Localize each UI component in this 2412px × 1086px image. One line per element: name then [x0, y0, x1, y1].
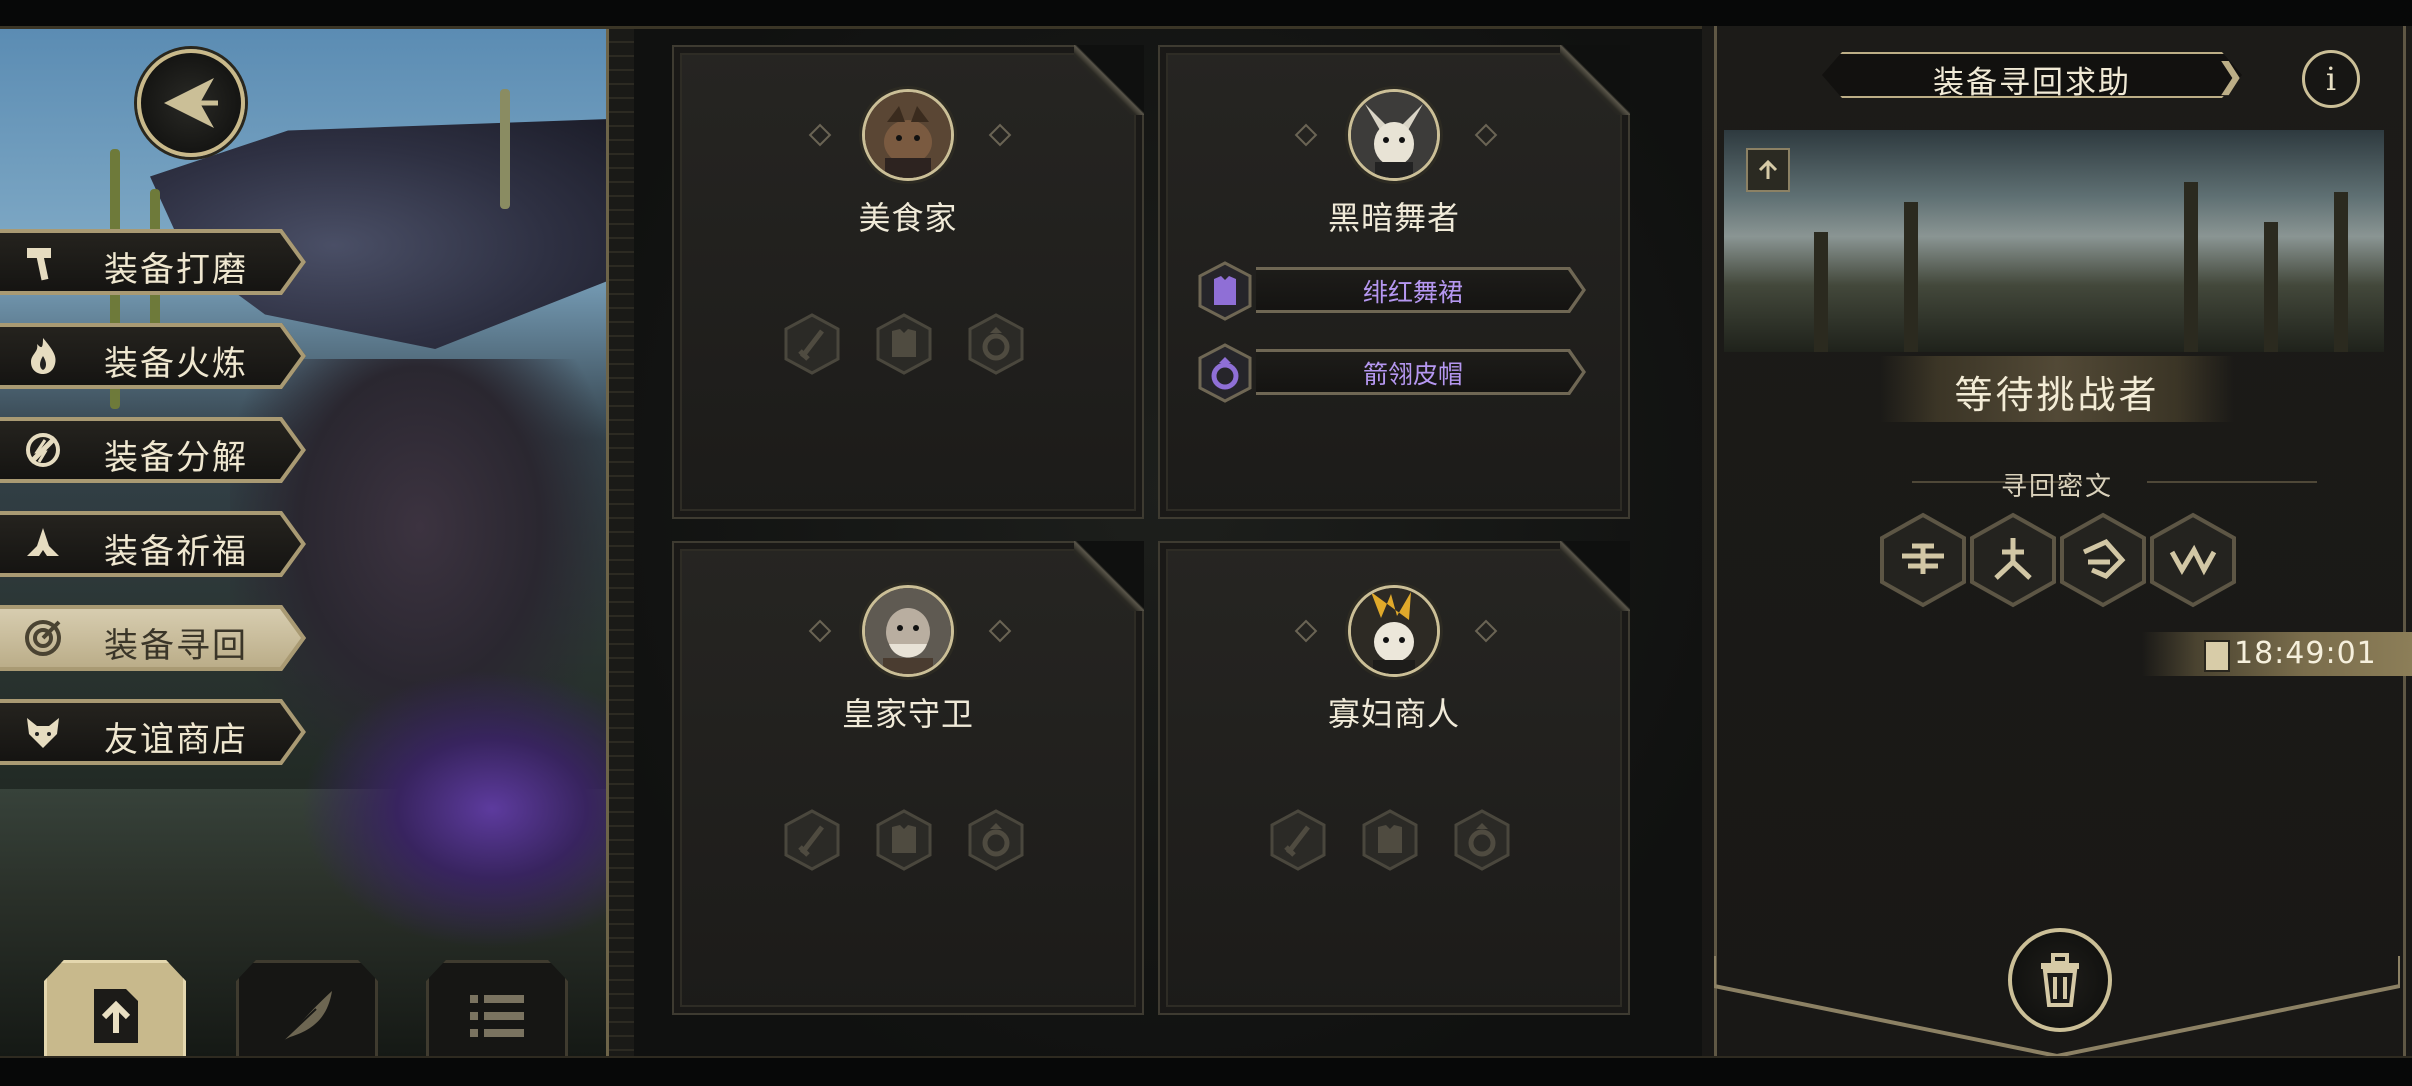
countdown-timer: 18:49:01: [2142, 632, 2412, 676]
scene-stalk: [500, 89, 510, 209]
scene-purple-glow: [300, 669, 606, 949]
status-banner: 等待挑战者: [1880, 356, 2234, 422]
runes-title: 寻回密文: [2000, 472, 2113, 502]
armor-icon: [876, 809, 932, 871]
character-card[interactable]: 寡妇商人: [1158, 541, 1630, 1015]
info-button[interactable]: i: [2302, 50, 2360, 108]
hammer-icon: [22, 241, 64, 283]
armor-icon: [1362, 809, 1418, 871]
ring-slot[interactable]: [968, 313, 1024, 375]
arena-image: [1724, 130, 2384, 352]
ring-icon: [968, 313, 1024, 375]
character-name: 美食家: [858, 199, 958, 237]
ring-slot[interactable]: [968, 809, 1024, 871]
character-name: 黑暗舞者: [1327, 199, 1460, 237]
list-icon: [462, 984, 532, 1048]
equipment-row[interactable]: 绯红舞裙: [1198, 261, 1598, 321]
share-button[interactable]: [1746, 148, 1790, 192]
list-button[interactable]: [426, 960, 568, 1056]
feather-button[interactable]: [236, 960, 378, 1056]
info-icon: i: [2325, 60, 2337, 98]
rune-4-icon: [2150, 512, 2236, 608]
menu-item-refine[interactable]: 装备火炼: [0, 323, 306, 389]
equipment-name: 绯红舞裙: [1362, 278, 1463, 307]
menu-item-label: 装备打磨: [104, 250, 248, 290]
panel-title-bar: 装备寻回求助: [1822, 52, 2242, 101]
upload-document-icon: [80, 984, 150, 1048]
menu-item-polish[interactable]: 装备打磨: [0, 229, 306, 295]
sword-slot[interactable]: [784, 313, 840, 375]
rune-slot-4[interactable]: [2148, 512, 2238, 608]
feather-icon: [272, 984, 342, 1048]
character-grid: 美食家 黑暗舞者 绯红舞裙 箭翎皮帽 皇家守卫 寡妇商人: [634, 29, 1702, 1056]
menu-item-bless[interactable]: 装备祈福: [0, 511, 306, 577]
praying-hands-icon: [22, 523, 64, 565]
menu-item-label: 友谊商店: [104, 720, 248, 760]
character-card[interactable]: 黑暗舞者 绯红舞裙 箭翎皮帽: [1158, 45, 1630, 519]
rune-slot-2[interactable]: [1968, 512, 2058, 608]
character-name: 皇家守卫: [841, 695, 974, 733]
avatar: [1348, 585, 1440, 677]
target-icon: [22, 617, 64, 659]
upload-icon: [1758, 159, 1778, 179]
menu-item-retrieve[interactable]: 装备寻回: [0, 605, 306, 671]
back-arrow-icon: [164, 78, 218, 128]
decompose-icon: [22, 429, 64, 471]
character-name: 寡妇商人: [1327, 695, 1460, 733]
avatar: [862, 585, 954, 677]
armor-icon: [876, 313, 932, 375]
character-card[interactable]: 美食家: [672, 45, 1144, 519]
sword-icon: [784, 809, 840, 871]
hourglass-icon: [2204, 640, 2230, 672]
ring-icon: [1198, 343, 1252, 403]
rune-2-icon: [1970, 512, 2056, 608]
rune-1-icon: [1880, 512, 1966, 608]
trash-icon: [2041, 953, 2079, 1007]
ring-icon: [968, 809, 1024, 871]
rune-3-icon: [2060, 512, 2146, 608]
panel-title: 装备寻回求助: [1933, 65, 2131, 101]
timer-value: 18:49:01: [2234, 636, 2377, 671]
status-text: 等待挑战者: [1954, 373, 2160, 417]
menu-item-label: 装备火炼: [104, 344, 248, 384]
avatar: [862, 89, 954, 181]
menu-item-label: 装备寻回: [104, 626, 248, 666]
sword-icon: [1270, 809, 1326, 871]
fox-icon: [22, 711, 64, 753]
rune-slot-3[interactable]: [2058, 512, 2148, 608]
equipment-row[interactable]: 箭翎皮帽: [1198, 343, 1598, 403]
ring-slot[interactable]: [1454, 809, 1510, 871]
menu-item-decompose[interactable]: 装备分解: [0, 417, 306, 483]
upload-button[interactable]: [44, 960, 186, 1056]
menu-item-label: 装备祈福: [104, 532, 248, 572]
sword-slot[interactable]: [1270, 809, 1326, 871]
armor-slot[interactable]: [876, 809, 932, 871]
retrieve-help-panel: ❮ 装备寻回求助 ❯ i 等待挑战者 寻回密文 18:49:01: [1702, 26, 2412, 1056]
top-border: [0, 0, 2412, 29]
bottom-border: [0, 1056, 2412, 1086]
equipment-name: 箭翎皮帽: [1362, 360, 1463, 389]
ring-icon: [1454, 809, 1510, 871]
menu-item-label: 装备分解: [104, 438, 248, 478]
sword-icon: [784, 313, 840, 375]
avatar: [1348, 89, 1440, 181]
character-card[interactable]: 皇家守卫: [672, 541, 1144, 1015]
sword-slot[interactable]: [784, 809, 840, 871]
back-button[interactable]: [137, 49, 245, 157]
delete-button[interactable]: [2008, 928, 2112, 1032]
menu-item-friendship-shop[interactable]: 友谊商店: [0, 699, 306, 765]
rune-slot-1[interactable]: [1878, 512, 1968, 608]
flame-icon: [22, 335, 64, 377]
armor-icon: [1198, 261, 1252, 321]
armor-slot[interactable]: [1362, 809, 1418, 871]
chevron-right-icon: ❯: [2216, 56, 2245, 96]
armor-slot[interactable]: [876, 313, 932, 375]
